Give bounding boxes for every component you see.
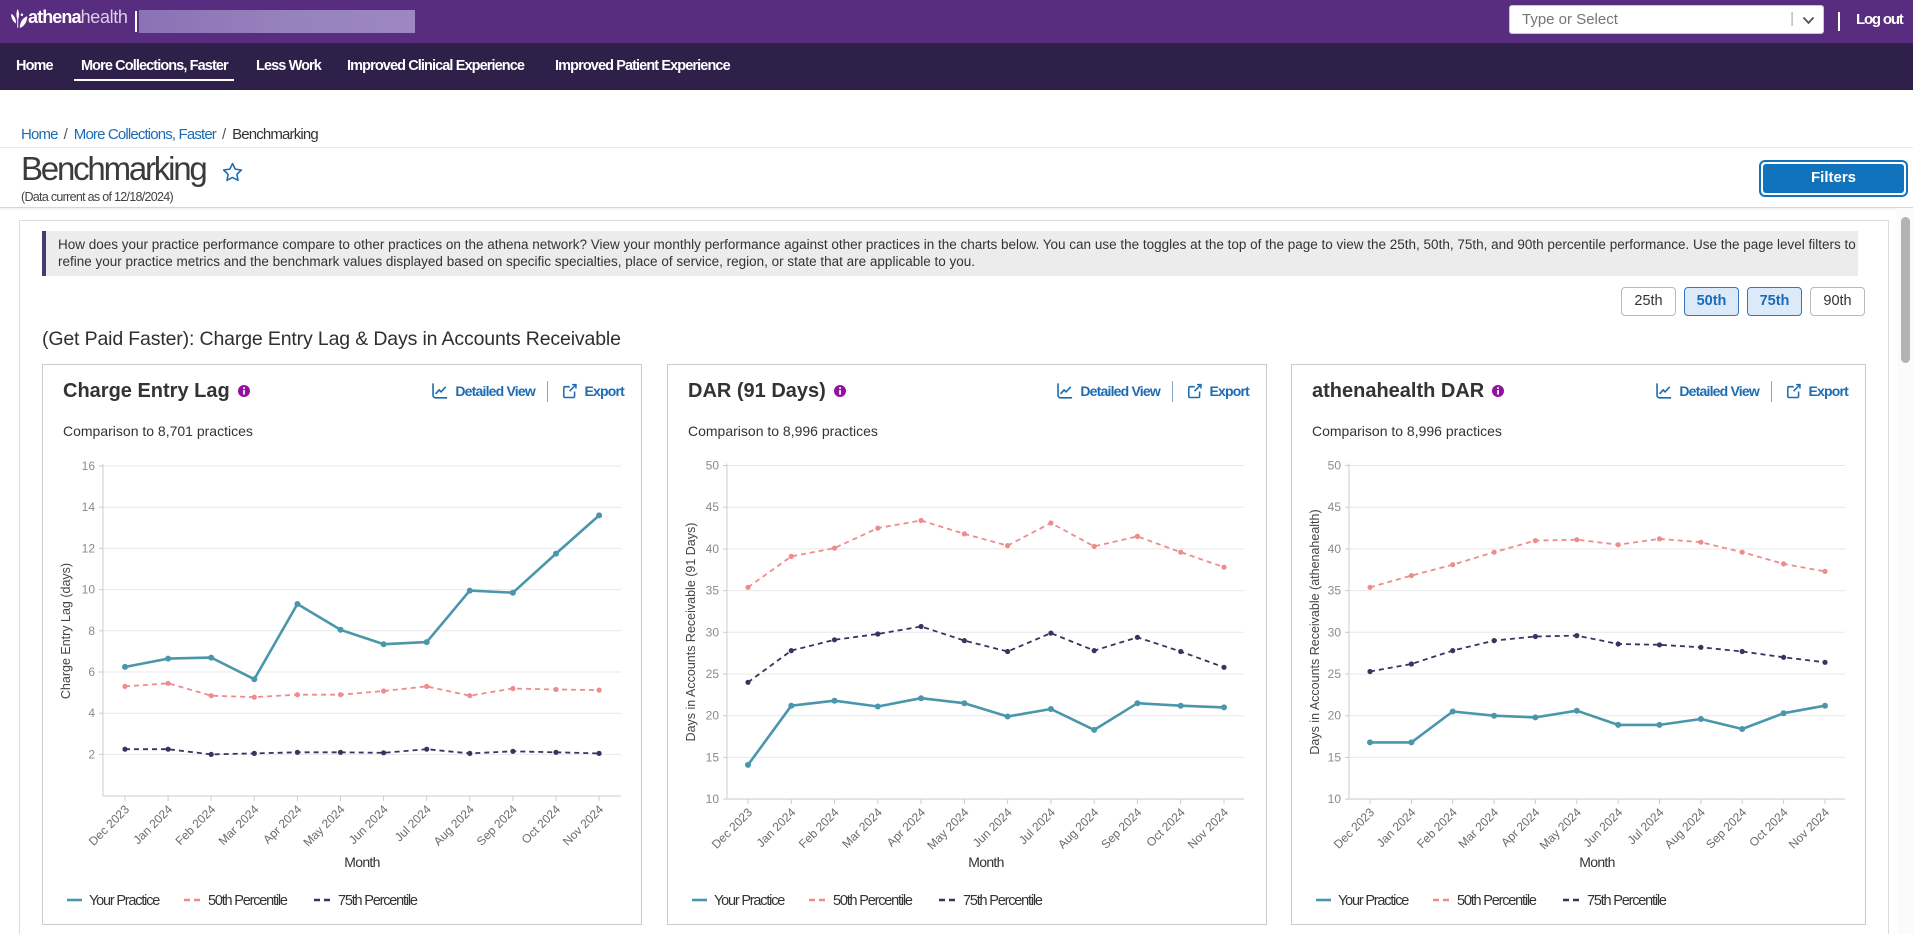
svg-text:Charge Entry Lag (days): Charge Entry Lag (days) bbox=[59, 563, 73, 699]
svg-text:Your Practice: Your Practice bbox=[89, 893, 160, 909]
svg-text:75th Percentile: 75th Percentile bbox=[1587, 893, 1667, 909]
svg-text:75th Percentile: 75th Percentile bbox=[963, 893, 1043, 909]
svg-text:Jun 2024: Jun 2024 bbox=[346, 802, 391, 847]
svg-text:14: 14 bbox=[82, 500, 96, 514]
svg-text:Oct 2024: Oct 2024 bbox=[519, 802, 564, 847]
svg-text:35: 35 bbox=[706, 584, 720, 598]
svg-text:25: 25 bbox=[706, 667, 720, 681]
svg-text:12: 12 bbox=[82, 541, 96, 555]
svg-text:May 2024: May 2024 bbox=[1537, 805, 1584, 852]
svg-text:Nov 2024: Nov 2024 bbox=[1786, 805, 1832, 851]
svg-text:2: 2 bbox=[88, 747, 95, 761]
svg-text:Apr 2024: Apr 2024 bbox=[884, 805, 929, 850]
svg-text:35: 35 bbox=[1328, 584, 1342, 598]
svg-text:Sep 2024: Sep 2024 bbox=[1703, 805, 1749, 851]
svg-text:Sep 2024: Sep 2024 bbox=[474, 802, 520, 848]
svg-text:45: 45 bbox=[1328, 500, 1342, 514]
svg-text:Jan 2024: Jan 2024 bbox=[130, 802, 175, 847]
svg-text:Days in Accounts Receivable (9: Days in Accounts Receivable (91 Days) bbox=[684, 523, 698, 742]
svg-text:Nov 2024: Nov 2024 bbox=[1185, 805, 1231, 851]
svg-text:Aug 2024: Aug 2024 bbox=[431, 802, 477, 848]
svg-text:20: 20 bbox=[706, 709, 720, 723]
svg-text:10: 10 bbox=[706, 792, 720, 806]
svg-text:50: 50 bbox=[1328, 459, 1342, 473]
svg-text:8: 8 bbox=[88, 624, 95, 638]
svg-text:Feb 2024: Feb 2024 bbox=[173, 802, 219, 848]
svg-text:40: 40 bbox=[706, 542, 720, 556]
svg-text:Feb 2024: Feb 2024 bbox=[796, 805, 842, 851]
svg-text:Aug 2024: Aug 2024 bbox=[1662, 805, 1708, 851]
svg-text:Mar 2024: Mar 2024 bbox=[839, 805, 885, 851]
svg-text:30: 30 bbox=[1328, 625, 1342, 639]
svg-text:Your Practice: Your Practice bbox=[1338, 893, 1409, 909]
svg-text:Nov 2024: Nov 2024 bbox=[560, 802, 606, 848]
svg-text:Month: Month bbox=[344, 854, 379, 870]
svg-text:20: 20 bbox=[1328, 709, 1342, 723]
svg-text:Jun 2024: Jun 2024 bbox=[970, 805, 1015, 850]
svg-text:30: 30 bbox=[706, 625, 720, 639]
svg-text:25: 25 bbox=[1328, 667, 1342, 681]
svg-text:Oct 2024: Oct 2024 bbox=[1143, 805, 1188, 850]
svg-text:Feb 2024: Feb 2024 bbox=[1414, 805, 1460, 851]
svg-text:15: 15 bbox=[706, 750, 720, 764]
svg-text:Days in Accounts Receivable (a: Days in Accounts Receivable (athenahealt… bbox=[1308, 509, 1322, 754]
svg-text:6: 6 bbox=[88, 665, 95, 679]
svg-text:50th Percentile: 50th Percentile bbox=[1457, 893, 1537, 909]
svg-text:Jul 2024: Jul 2024 bbox=[392, 802, 434, 844]
svg-text:50th Percentile: 50th Percentile bbox=[208, 893, 288, 909]
svg-text:10: 10 bbox=[82, 583, 96, 597]
svg-text:Dec 2023: Dec 2023 bbox=[709, 805, 755, 851]
svg-text:Month: Month bbox=[1579, 854, 1614, 870]
svg-text:Jan 2024: Jan 2024 bbox=[1374, 805, 1419, 850]
svg-text:Jul 2024: Jul 2024 bbox=[1016, 805, 1058, 847]
svg-text:Oct 2024: Oct 2024 bbox=[1746, 805, 1791, 850]
svg-text:Dec 2023: Dec 2023 bbox=[1331, 805, 1377, 851]
svg-text:Jun 2024: Jun 2024 bbox=[1580, 805, 1625, 850]
svg-text:Sep 2024: Sep 2024 bbox=[1098, 805, 1144, 851]
svg-text:16: 16 bbox=[82, 459, 96, 473]
svg-text:Apr 2024: Apr 2024 bbox=[260, 802, 305, 847]
svg-text:50th Percentile: 50th Percentile bbox=[833, 893, 913, 909]
svg-text:15: 15 bbox=[1328, 750, 1342, 764]
svg-text:Aug 2024: Aug 2024 bbox=[1055, 805, 1101, 851]
svg-text:Your Practice: Your Practice bbox=[714, 893, 785, 909]
svg-text:Jan 2024: Jan 2024 bbox=[754, 805, 799, 850]
svg-text:Mar 2024: Mar 2024 bbox=[1455, 805, 1501, 851]
svg-text:May 2024: May 2024 bbox=[924, 805, 971, 852]
svg-text:May 2024: May 2024 bbox=[300, 802, 347, 849]
svg-text:40: 40 bbox=[1328, 542, 1342, 556]
svg-text:4: 4 bbox=[88, 706, 95, 720]
svg-text:Dec 2023: Dec 2023 bbox=[86, 802, 132, 848]
svg-text:50: 50 bbox=[706, 459, 720, 473]
svg-text:45: 45 bbox=[706, 500, 720, 514]
svg-text:75th Percentile: 75th Percentile bbox=[338, 893, 418, 909]
svg-text:10: 10 bbox=[1328, 792, 1342, 806]
svg-text:Jul 2024: Jul 2024 bbox=[1625, 805, 1667, 847]
svg-text:Mar 2024: Mar 2024 bbox=[216, 802, 262, 848]
svg-text:Month: Month bbox=[968, 854, 1003, 870]
